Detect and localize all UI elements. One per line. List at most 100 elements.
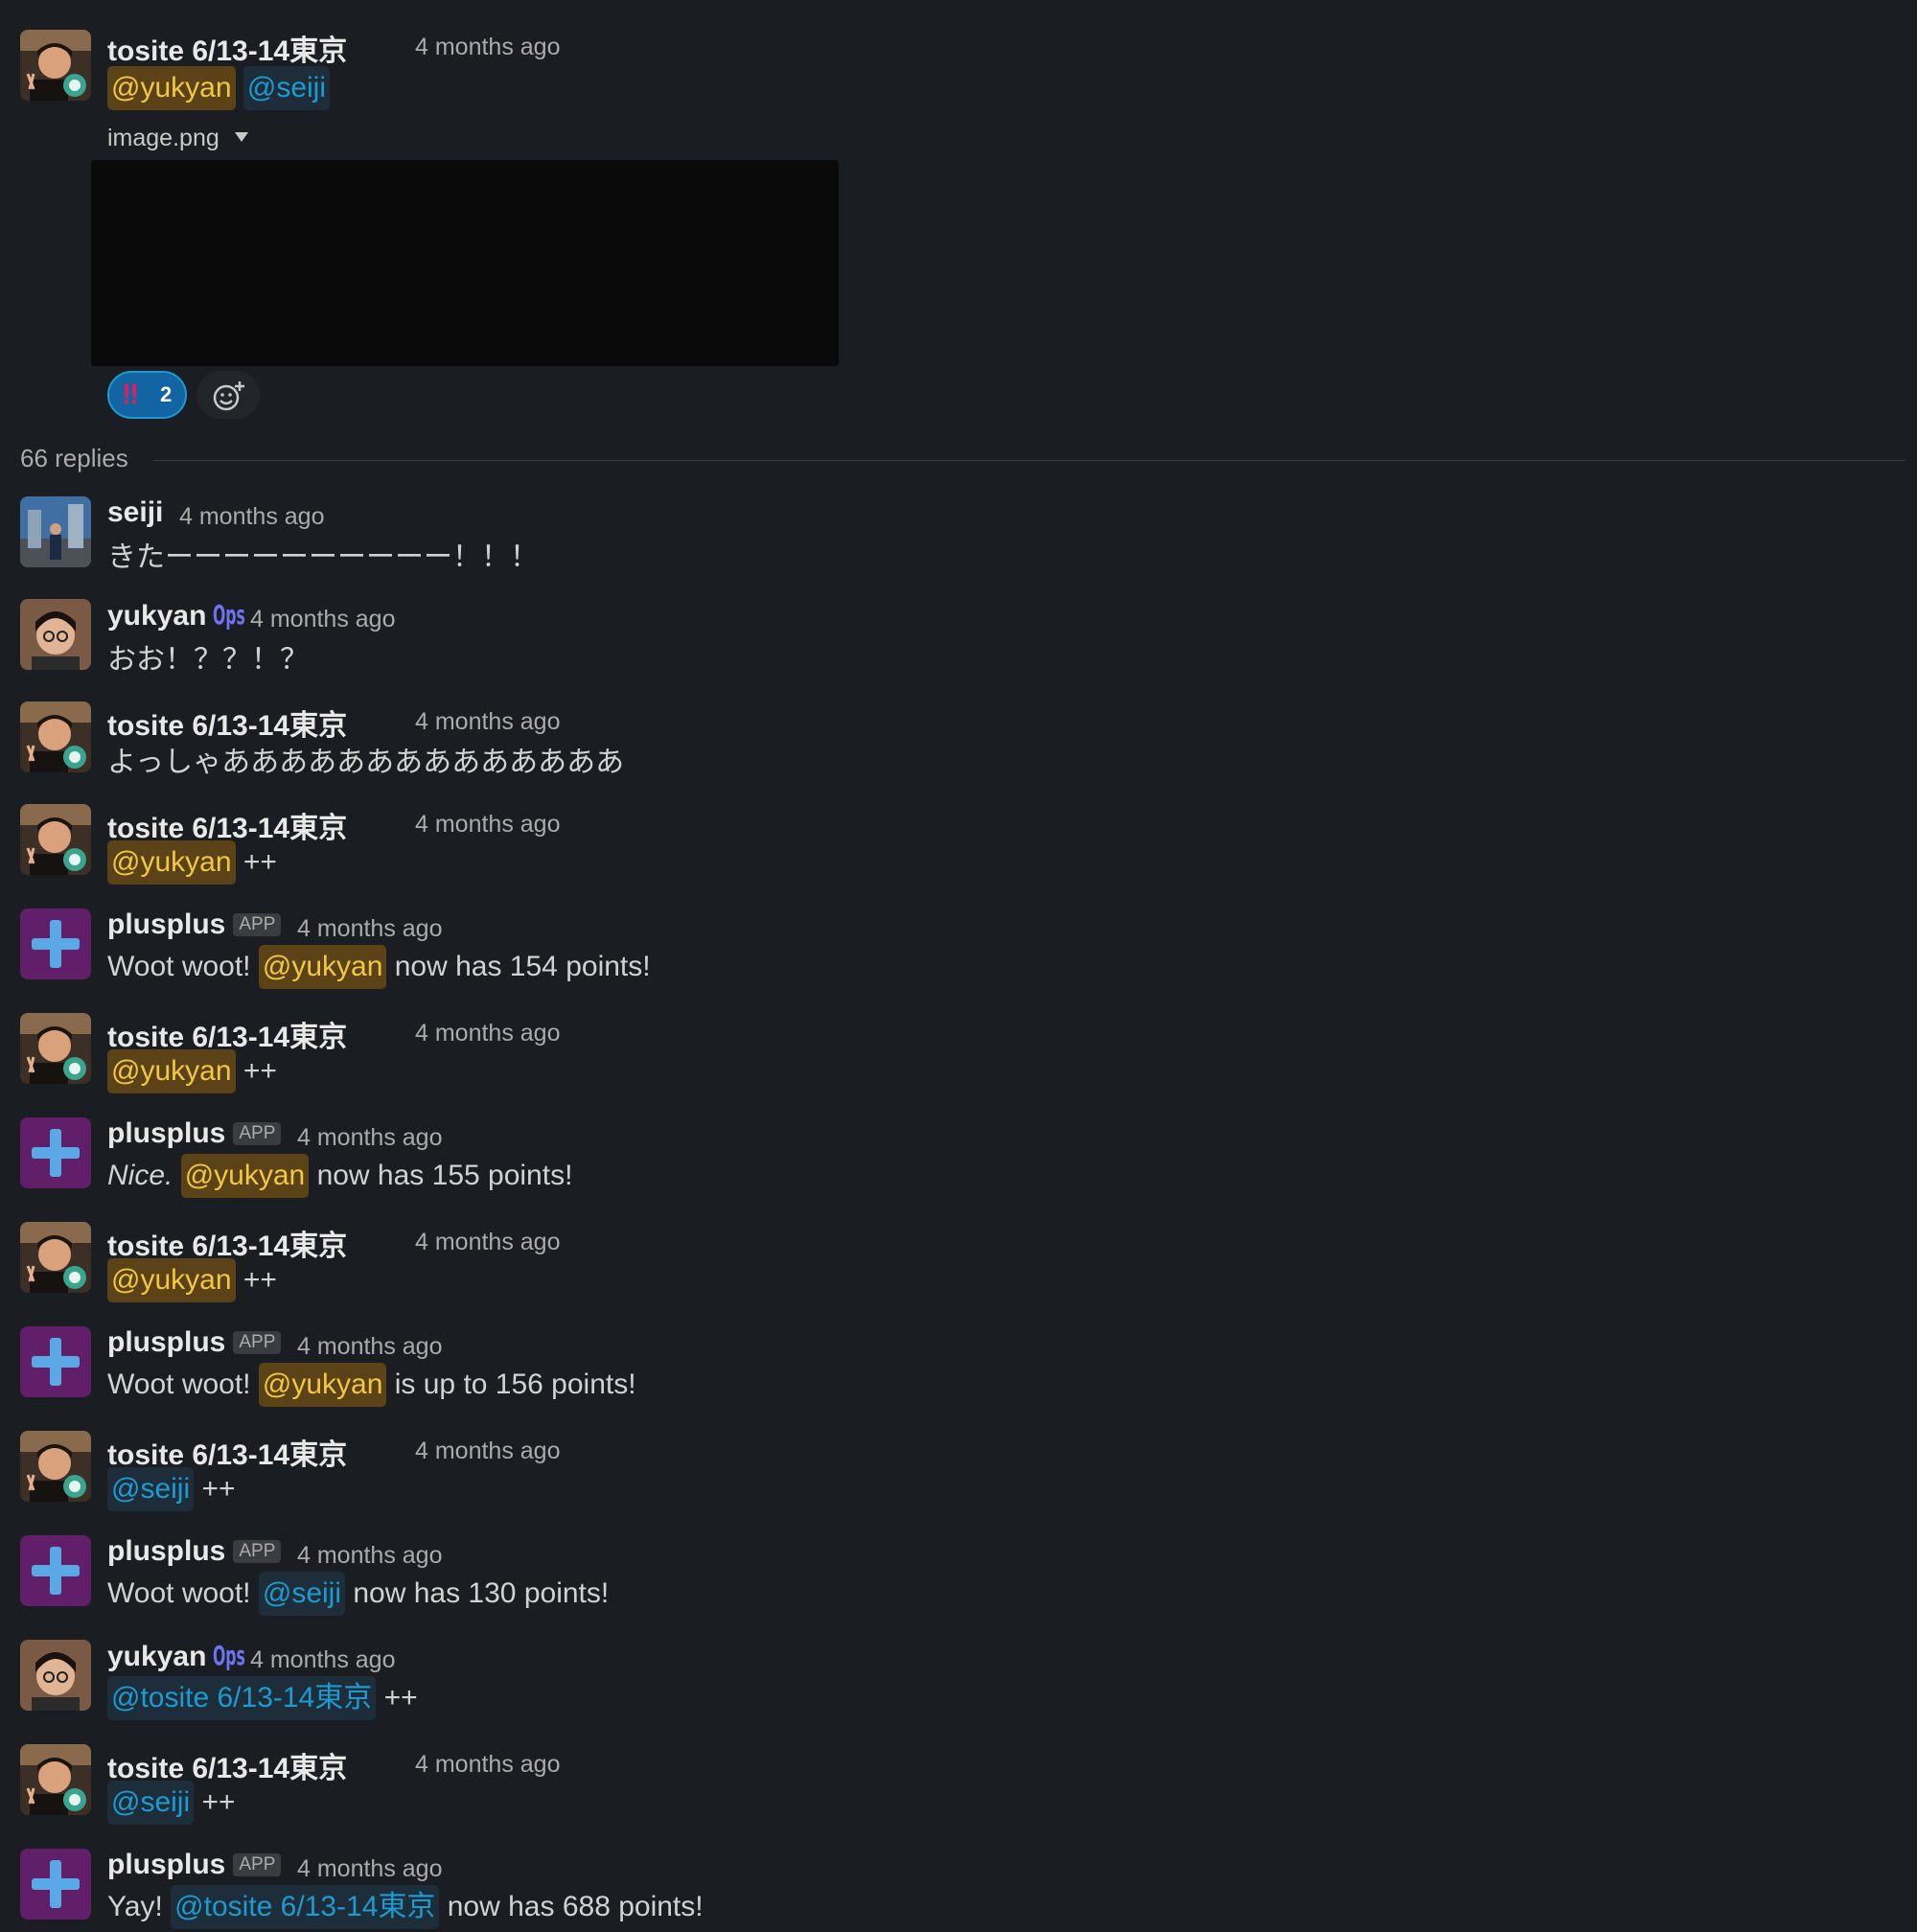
message-timestamp[interactable]: 4 months ago — [250, 606, 396, 633]
reply-message[interactable]: plusplus APP 4 months ago Woot woot! @yukya… — [0, 1326, 1917, 1422]
message-timestamp[interactable]: 4 months ago — [415, 1751, 561, 1779]
reply-message[interactable]: yukyan Ops 4 months ago おお！？？！？ — [0, 599, 1917, 695]
message-prefix: Woot woot! — [107, 1577, 251, 1609]
avatar-plusplus[interactable] — [20, 1535, 91, 1606]
message-timestamp[interactable]: 4 months ago — [297, 1124, 443, 1152]
author-name[interactable]: plusplus — [107, 1117, 225, 1149]
reply-message[interactable]: plusplus APP 4 months ago Woot woot! @seiji… — [0, 1535, 1917, 1631]
message-suffix: ++ — [201, 1786, 236, 1818]
author-name[interactable]: seiji — [107, 496, 163, 528]
author-name[interactable]: plusplus — [107, 908, 225, 940]
image-attachment[interactable] — [91, 160, 839, 366]
avatar-tosite[interactable] — [20, 1431, 91, 1502]
message-author[interactable]: seiji — [107, 496, 163, 529]
avatar-plusplus[interactable] — [20, 908, 91, 979]
avatar-seiji[interactable] — [20, 496, 91, 567]
message-timestamp[interactable]: 4 months ago — [415, 708, 561, 736]
author-name[interactable]: yukyan — [107, 1641, 206, 1672]
avatar-plusplus[interactable] — [20, 1849, 91, 1920]
message-timestamp[interactable]: 4 months ago — [415, 1229, 561, 1256]
avatar-tosite[interactable] — [20, 804, 91, 875]
avatar-tosite[interactable] — [20, 1744, 91, 1815]
message-suffix: ++ — [383, 1682, 418, 1714]
message-timestamp[interactable]: 4 months ago — [415, 1438, 561, 1465]
message-timestamp[interactable]: 4 months ago — [297, 1542, 443, 1570]
avatar-tosite[interactable] — [20, 30, 91, 101]
mention-user[interactable]: @yukyan — [107, 1049, 236, 1093]
add-reaction-button[interactable] — [196, 371, 260, 419]
reply-message[interactable]: seiji 4 months ago きたーーーーーーーーーー！！！ — [0, 496, 1917, 592]
message-timestamp[interactable]: 4 months ago — [250, 1646, 396, 1674]
message-timestamp[interactable]: 4 months ago — [415, 34, 561, 61]
message-author[interactable]: yukyan Ops — [107, 599, 245, 632]
message-author[interactable]: yukyan Ops — [107, 1640, 246, 1673]
reply-message[interactable]: yukyan Ops 4 months ago @tosite 6/13-14東京 +… — [0, 1640, 1917, 1736]
reply-message[interactable]: tosite 6/13-14東京 4 months ago よっしゃああああああああ… — [0, 702, 1917, 797]
author-name[interactable]: plusplus — [107, 1326, 225, 1358]
message-body: よっしゃああああああああああああああ — [107, 738, 624, 780]
message-body: Nice. @yukyan now has 155 points! — [107, 1154, 572, 1198]
avatar-plusplus[interactable] — [20, 1326, 91, 1397]
message-author[interactable]: plusplus APP — [107, 1535, 282, 1568]
message-timestamp[interactable]: 4 months ago — [179, 503, 325, 531]
message-suffix: now has 154 points! — [394, 951, 651, 982]
mention-user[interactable]: @tosite 6/13-14東京 — [107, 1676, 377, 1720]
avatar-yukyan[interactable] — [20, 599, 91, 670]
author-name[interactable]: plusplus — [107, 1849, 225, 1880]
mention-user[interactable]: @yukyan — [107, 1258, 236, 1302]
reply-message[interactable]: tosite 6/13-14東京 4 months ago @yukyan ++ — [0, 1222, 1917, 1318]
avatar-tosite[interactable] — [20, 702, 91, 772]
message-author[interactable]: plusplus APP — [107, 1326, 282, 1359]
mention-user[interactable]: @seiji — [107, 1467, 195, 1511]
mention-user[interactable]: @yukyan — [180, 1154, 310, 1198]
mention-user[interactable]: @yukyan — [258, 945, 387, 989]
message-timestamp[interactable]: 4 months ago — [415, 1020, 561, 1047]
reaction-pill[interactable]: ‼ 2 — [107, 371, 187, 419]
author-name[interactable]: plusplus — [107, 1535, 225, 1567]
mention-user[interactable]: @yukyan — [107, 66, 236, 110]
reply-message[interactable]: tosite 6/13-14東京 4 months ago @yukyan ++ — [0, 1013, 1917, 1109]
reply-message[interactable]: plusplus APP 4 months ago Woot woot! @yukya… — [0, 908, 1917, 1004]
divider — [153, 460, 1905, 461]
message-timestamp[interactable]: 4 months ago — [297, 1855, 443, 1883]
message-body: @yukyan ++ — [107, 1049, 277, 1093]
message-author[interactable]: plusplus APP — [107, 1849, 282, 1881]
ops-emoji-badge: Ops — [213, 1640, 246, 1671]
author-name[interactable]: yukyan — [107, 600, 206, 632]
mention-user[interactable]: @yukyan — [107, 840, 236, 885]
message-author[interactable]: tosite 6/13-14東京 — [107, 27, 347, 69]
message-timestamp[interactable]: 4 months ago — [297, 915, 443, 943]
file-toggle[interactable]: image.png — [107, 125, 248, 152]
message-suffix: ++ — [243, 846, 277, 878]
avatar-tosite[interactable] — [20, 1013, 91, 1084]
message-timestamp[interactable]: 4 months ago — [297, 1333, 443, 1361]
avatar-plusplus[interactable] — [20, 1117, 91, 1188]
reply-message[interactable]: plusplus APP 4 months ago Nice. @yukyan now… — [0, 1117, 1917, 1213]
app-badge: APP — [233, 1331, 282, 1354]
message-timestamp[interactable]: 4 months ago — [415, 811, 561, 839]
mention-user[interactable]: @yukyan — [258, 1363, 387, 1407]
mention-user[interactable]: @tosite 6/13-14東京 — [171, 1885, 440, 1929]
reply-message[interactable]: tosite 6/13-14東京 4 months ago @seiji ++ — [0, 1431, 1917, 1527]
message-author[interactable]: plusplus APP — [107, 908, 282, 941]
mention-user[interactable]: @seiji — [243, 66, 330, 110]
message-prefix: Nice. — [107, 1160, 173, 1191]
avatar-tosite[interactable] — [20, 1222, 91, 1293]
message-body: きたーーーーーーーーーー！！！ — [107, 533, 539, 575]
message-author[interactable]: plusplus APP — [107, 1117, 282, 1150]
reaction-count: 2 — [160, 382, 173, 406]
message-text: おお！？？！？ — [107, 644, 309, 676]
reply-message[interactable]: plusplus APP 4 months ago Yay! @tosite 6/13… — [0, 1849, 1917, 1932]
mention-user[interactable]: @seiji — [258, 1572, 346, 1616]
message-body: @tosite 6/13-14東京 ++ — [107, 1676, 418, 1720]
reply-message[interactable]: tosite 6/13-14東京 4 months ago @seiji ++ — [0, 1744, 1917, 1840]
message-suffix: ++ — [243, 1055, 277, 1087]
emoji-add-icon — [213, 381, 244, 411]
file-name: image.png — [107, 125, 219, 151]
message-body: Yay! @tosite 6/13-14東京 now has 688 point… — [107, 1885, 704, 1929]
avatar-yukyan[interactable] — [20, 1640, 91, 1711]
caret-down-icon — [234, 132, 248, 142]
mention-user[interactable]: @seiji — [107, 1781, 195, 1825]
reply-message[interactable]: tosite 6/13-14東京 4 months ago @yukyan ++ — [0, 804, 1917, 900]
message-body: Woot woot! @yukyan is up to 156 points! — [107, 1363, 636, 1407]
